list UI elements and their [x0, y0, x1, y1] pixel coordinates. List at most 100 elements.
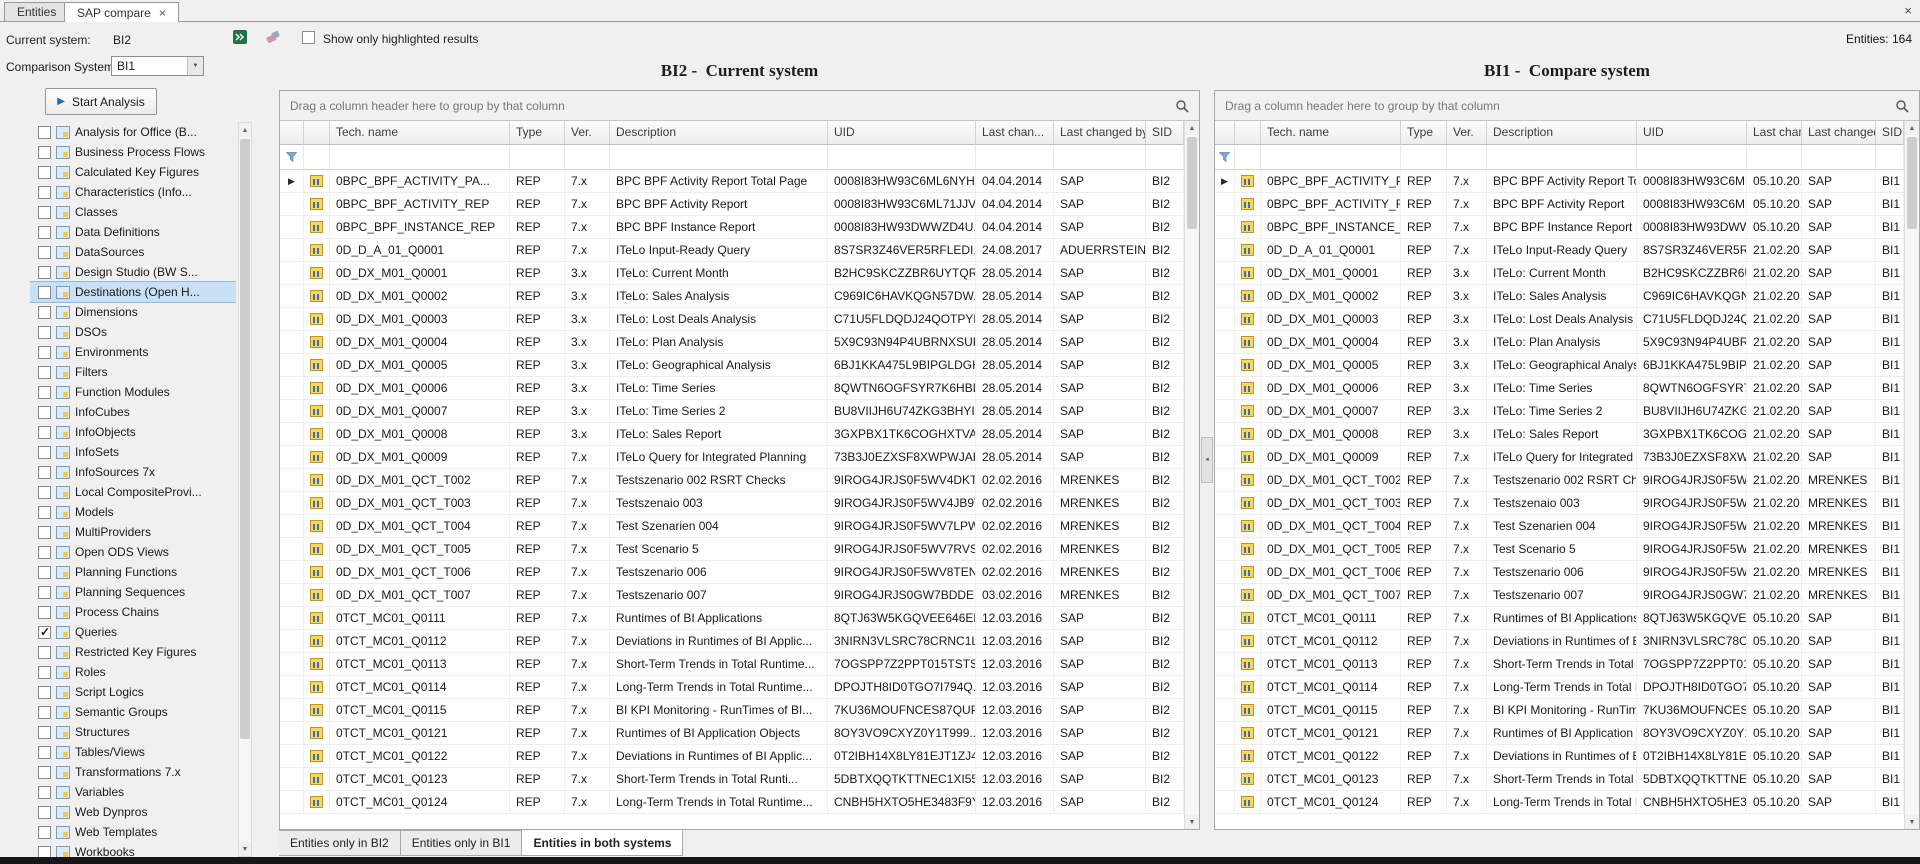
filter-cell[interactable] [510, 145, 565, 169]
table-row[interactable]: ▶ 0TCT_MC01_Q0111 REP 7.x Runtimes of BI… [1215, 607, 1904, 630]
tree-item-checkbox[interactable] [38, 646, 51, 659]
tree-item[interactable]: InfoSources 7x [30, 462, 236, 482]
table-row[interactable]: ▶ 0D_DX_M01_Q0007 REP 3.x ITeLo: Time Se… [1215, 400, 1904, 423]
tree-item[interactable]: Open ODS Views [30, 542, 236, 562]
tree-item[interactable]: DSOs [30, 322, 236, 342]
tree-item-checkbox[interactable] [38, 126, 51, 139]
tree-item[interactable]: Variables [30, 782, 236, 802]
filter-cell[interactable] [976, 145, 1054, 169]
tree-item-checkbox[interactable] [38, 826, 51, 839]
tree-item[interactable]: Local CompositeProvi... [30, 482, 236, 502]
tree-item-checkbox[interactable] [38, 346, 51, 359]
table-row[interactable]: ▶ 0D_DX_M01_Q0006 REP 3.x ITeLo: Time Se… [280, 377, 1184, 400]
tree-item-checkbox[interactable] [38, 386, 51, 399]
table-row[interactable]: ▶ 0TCT_MC01_Q0123 REP 7.x Short-Term Tre… [280, 768, 1184, 791]
table-row[interactable]: ▶ 0TCT_MC01_Q0113 REP 7.x Short-Term Tre… [1215, 653, 1904, 676]
table-row[interactable]: ▶ 0D_DX_M01_QCT_T002 REP 7.x Testszenari… [1215, 469, 1904, 492]
filter-cell[interactable] [304, 145, 330, 169]
table-row[interactable]: ▶ 0BPC_BPF_INSTANCE_REP REP 7.x BPC BPF … [280, 216, 1184, 239]
tree-item-checkbox[interactable] [38, 466, 51, 479]
tree-item[interactable]: Design Studio (BW S... [30, 262, 236, 282]
table-row[interactable]: ▶ 0D_DX_M01_Q0004 REP 3.x ITeLo: Plan An… [1215, 331, 1904, 354]
tree-item[interactable]: InfoSets [30, 442, 236, 462]
filter-cell[interactable] [1487, 145, 1637, 169]
table-row[interactable]: ▶ 0D_DX_M01_Q0002 REP 3.x ITeLo: Sales A… [1215, 285, 1904, 308]
tree-item-checkbox[interactable] [38, 326, 51, 339]
tab-sap-compare[interactable]: SAP compare × [64, 2, 179, 22]
filter-cell[interactable] [1876, 145, 1904, 169]
tree-item-checkbox[interactable] [38, 406, 51, 419]
tree-item-checkbox[interactable] [38, 686, 51, 699]
tree-item[interactable]: Transformations 7.x [30, 762, 236, 782]
column-header[interactable]: Ver. [565, 121, 610, 145]
tree-item[interactable]: Restricted Key Figures [30, 642, 236, 662]
tree-item[interactable]: Workbooks [30, 842, 236, 857]
column-header[interactable]: Ver. [1447, 121, 1487, 145]
table-row[interactable]: ▶ 0D_DX_M01_QCT_T005 REP 7.x Test Scenar… [1215, 538, 1904, 561]
tree-item-checkbox[interactable] [38, 626, 51, 639]
tree-item-checkbox[interactable] [38, 366, 51, 379]
tree-item[interactable]: Function Modules [30, 382, 236, 402]
tree-item[interactable]: Planning Sequences [30, 582, 236, 602]
column-header[interactable]: UID [828, 121, 976, 145]
table-row[interactable]: ▶ 0D_DX_M01_Q0001 REP 3.x ITeLo: Current… [1215, 262, 1904, 285]
group-by-bar[interactable]: Drag a column header here to group by th… [280, 91, 1199, 121]
table-row[interactable]: ▶ 0D_DX_M01_QCT_T007 REP 7.x Testszenari… [1215, 584, 1904, 607]
tree-item-checkbox[interactable] [38, 806, 51, 819]
filter-cell[interactable] [1747, 145, 1802, 169]
filter-cell[interactable] [1447, 145, 1487, 169]
tree-item[interactable]: Structures [30, 722, 236, 742]
tree-item[interactable]: Script Logics [30, 682, 236, 702]
tree-item[interactable]: Data Definitions [30, 222, 236, 242]
filter-row[interactable] [1215, 145, 1904, 170]
tab-close-icon[interactable]: × [159, 7, 166, 19]
tree-item-checkbox[interactable] [38, 206, 51, 219]
filter-cell[interactable] [1401, 145, 1447, 169]
table-row[interactable]: ▶ 0TCT_MC01_Q0122 REP 7.x Deviations in … [1215, 745, 1904, 768]
column-header[interactable]: UID [1637, 121, 1747, 145]
table-row[interactable]: ▶ 0BPC_BPF_ACTIVITY_P... REP 7.x BPC BPF… [1215, 170, 1904, 193]
tree-item[interactable]: Destinations (Open H... [30, 282, 236, 302]
filter-cell[interactable] [1054, 145, 1146, 169]
filter-cell[interactable] [1146, 145, 1184, 169]
clear-highlight-icon[interactable] [263, 27, 283, 47]
tree-item-checkbox[interactable] [38, 246, 51, 259]
scroll-down-icon[interactable]: ▼ [1185, 815, 1199, 829]
tree-item[interactable]: DataSources [30, 242, 236, 262]
tree-item-checkbox[interactable] [38, 846, 51, 858]
bottom-tab[interactable]: Entities in both systems [522, 830, 683, 856]
tree-item[interactable]: Planning Functions [30, 562, 236, 582]
table-row[interactable]: ▶ 0D_DX_M01_QCT_T003 REP 7.x Testszenaio… [280, 492, 1184, 515]
table-row[interactable]: ▶ 0TCT_MC01_Q0122 REP 7.x Deviations in … [280, 745, 1184, 768]
table-row[interactable]: ▶ 0TCT_MC01_Q0114 REP 7.x Long-Term Tren… [1215, 676, 1904, 699]
filter-cell[interactable] [828, 145, 976, 169]
tree-item-checkbox[interactable] [38, 546, 51, 559]
column-header[interactable]: SID [1146, 121, 1184, 145]
column-header[interactable]: Type [1401, 121, 1447, 145]
table-row[interactable]: ▶ 0TCT_MC01_Q0114 REP 7.x Long-Term Tren… [280, 676, 1184, 699]
table-row[interactable]: ▶ 0D_DX_M01_QCT_T006 REP 7.x Testszenari… [1215, 561, 1904, 584]
filter-cell[interactable] [330, 145, 510, 169]
tree-item[interactable]: Web Dynpros [30, 802, 236, 822]
table-row[interactable]: ▶ 0TCT_MC01_Q0112 REP 7.x Deviations in … [1215, 630, 1904, 653]
tree-item-checkbox[interactable] [38, 426, 51, 439]
table-row[interactable]: ▶ 0D_DX_M01_Q0008 REP 3.x ITeLo: Sales R… [280, 423, 1184, 446]
table-row[interactable]: ▶ 0TCT_MC01_Q0113 REP 7.x Short-Term Tre… [280, 653, 1184, 676]
tree-item[interactable]: MultiProviders [30, 522, 236, 542]
tree-item-checkbox[interactable] [38, 746, 51, 759]
table-row[interactable]: ▶ 0BPC_BPF_ACTIVITY_REP REP 7.x BPC BPF … [1215, 193, 1904, 216]
table-row[interactable]: ▶ 0D_DX_M01_Q0003 REP 3.x ITeLo: Lost De… [1215, 308, 1904, 331]
table-row[interactable]: ▶ 0D_DX_M01_Q0002 REP 3.x ITeLo: Sales A… [280, 285, 1184, 308]
tree-item-checkbox[interactable] [38, 266, 51, 279]
scroll-up-icon[interactable]: ▲ [1185, 121, 1199, 135]
search-icon[interactable] [1895, 99, 1909, 113]
column-header[interactable]: Last changed by [1054, 121, 1146, 145]
table-row[interactable]: ▶ 0D_DX_M01_QCT_T005 REP 7.x Test Scenar… [280, 538, 1184, 561]
table-row[interactable]: ▶ 0D_DX_M01_Q0003 REP 3.x ITeLo: Lost De… [280, 308, 1184, 331]
table-row[interactable]: ▶ 0D_D_A_01_Q0001 REP 7.x ITeLo Input-Re… [280, 239, 1184, 262]
table-row[interactable]: ▶ 0TCT_MC01_Q0123 REP 7.x Short-Term Tre… [1215, 768, 1904, 791]
filter-cell[interactable] [610, 145, 828, 169]
table-row[interactable]: ▶ 0D_DX_M01_Q0006 REP 3.x ITeLo: Time Se… [1215, 377, 1904, 400]
column-header[interactable]: Last changed by [1802, 121, 1876, 145]
tree-scrollbar-thumb[interactable] [240, 139, 250, 739]
